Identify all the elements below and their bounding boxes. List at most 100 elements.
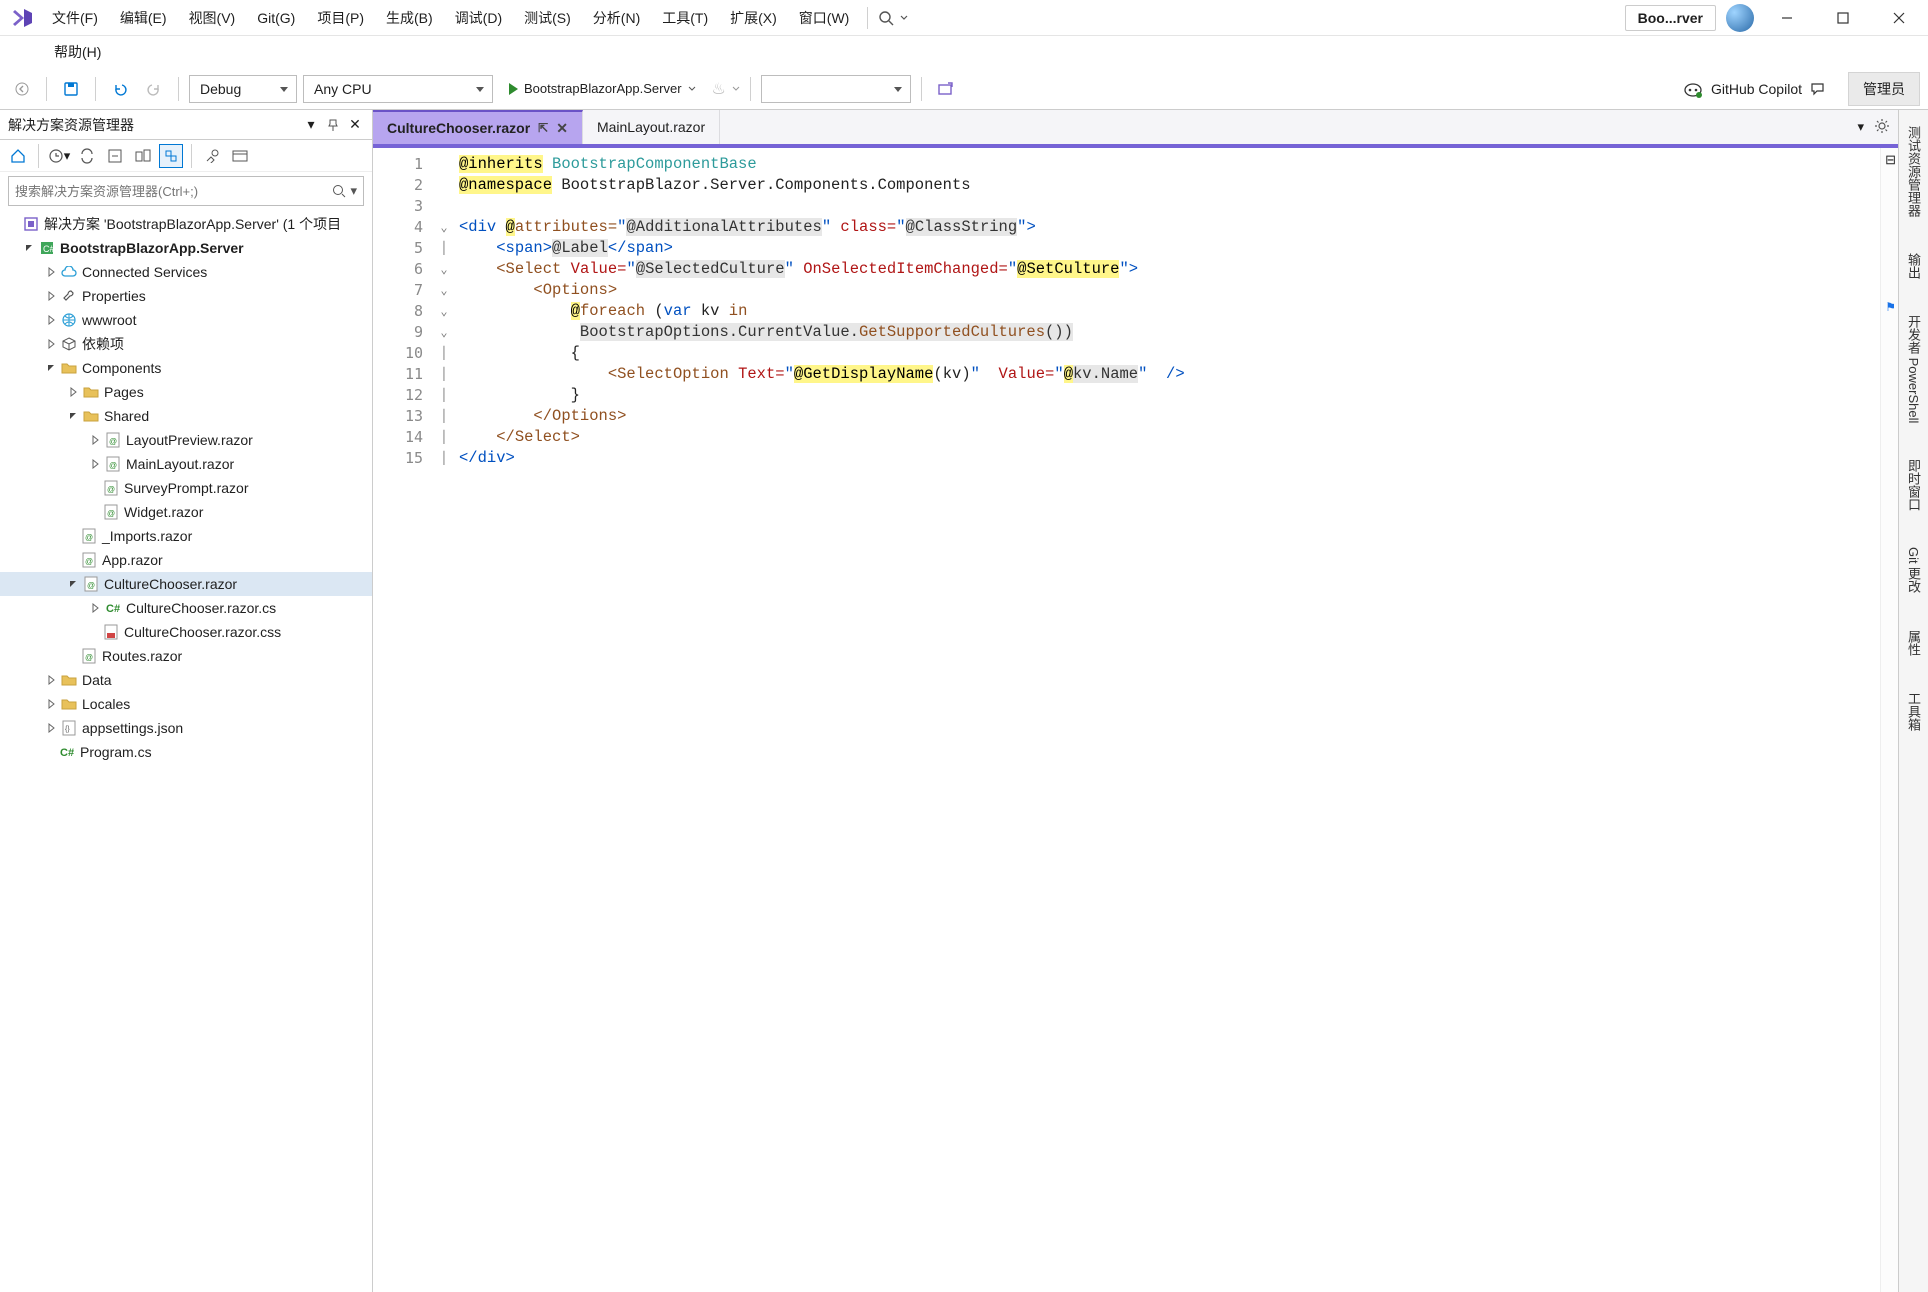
menu-test[interactable]: 测试(S) [514,4,581,32]
fold-gutter[interactable]: ⌄│⌄⌄⌄⌄││││││ [433,148,455,1292]
tree-node-culturechooser[interactable]: @CultureChooser.razor [0,572,372,596]
run-button[interactable]: BootstrapBlazorApp.Server [499,75,706,103]
menu-separator [867,7,868,29]
tab-mainlayout[interactable]: MainLayout.razor [583,110,720,144]
tree-node-dependencies[interactable]: 依赖项 [0,332,372,356]
panel-pin-icon[interactable] [324,116,342,134]
css-file-icon [102,623,120,641]
menu-git[interactable]: Git(G) [247,6,305,30]
admin-button[interactable]: 管理员 [1848,72,1920,106]
tree-node-surveyprompt[interactable]: @SurveyPrompt.razor [0,476,372,500]
panel-tab-output[interactable]: 输出 [1902,247,1925,285]
config-dropdown[interactable]: Debug [189,75,297,103]
editor-settings-icon[interactable] [1874,118,1890,137]
tree-node-components[interactable]: Components [0,356,372,380]
code-content[interactable]: @inherits BootstrapComponentBase @namesp… [455,148,1880,1292]
panel-tab-properties[interactable]: 属性 [1902,624,1925,662]
editor-tabstrip: CultureChooser.razor ⇱ ✕ MainLayout.razo… [373,110,1898,144]
code-editor[interactable]: 123 456 789 101112 131415 ⌄│⌄⌄⌄⌄││││││ @… [373,148,1898,1292]
panel-tab-powershell[interactable]: 开发者 PowerShell [1902,309,1925,429]
sync-icon[interactable] [75,144,99,168]
tree-node-mainlayout[interactable]: @MainLayout.razor [0,452,372,476]
window-close-button[interactable] [1876,2,1922,34]
tree-node-imports[interactable]: @_Imports.razor [0,524,372,548]
solution-search-input[interactable] [15,184,332,199]
menu-window[interactable]: 窗口(W) [789,4,860,32]
home-icon[interactable] [6,144,30,168]
panel-tab-test-explorer[interactable]: 测试资源管理器 [1902,120,1925,223]
line-number-gutter: 123 456 789 101112 131415 [373,148,433,1292]
tree-node-connected-services[interactable]: Connected Services [0,260,372,284]
menu-file[interactable]: 文件(F) [42,4,108,32]
undo-button[interactable] [106,75,134,103]
code-hint-icon[interactable]: ⚑ [1885,300,1896,314]
copilot-button[interactable]: GitHub Copilot [1683,79,1826,99]
tree-node-layoutpreview[interactable]: @LayoutPreview.razor [0,428,372,452]
tree-node-program-cs[interactable]: C#Program.cs [0,740,372,764]
tree-node-locales[interactable]: Locales [0,692,372,716]
tree-node-pages[interactable]: Pages [0,380,372,404]
folder-icon [82,383,100,401]
platform-dropdown[interactable]: Any CPU [303,75,493,103]
menu-project[interactable]: 项目(P) [307,4,374,32]
tree-node-app-razor[interactable]: @App.razor [0,548,372,572]
window-maximize-button[interactable] [1820,2,1866,34]
menu-debug[interactable]: 调试(D) [445,4,512,32]
project-node[interactable]: C# BootstrapBlazorApp.Server [0,236,372,260]
track-active-item-icon[interactable] [159,144,183,168]
tree-node-culturechooser-css[interactable]: CultureChooser.razor.css [0,620,372,644]
tree-node-routes[interactable]: @Routes.razor [0,644,372,668]
menu-view[interactable]: 视图(V) [179,4,246,32]
tree-node-data[interactable]: Data [0,668,372,692]
hot-reload-icon[interactable]: ♨ [712,79,726,99]
panel-tab-toolbox[interactable]: 工具箱 [1902,686,1925,737]
title-search[interactable] [876,8,910,28]
panel-dropdown-icon[interactable]: ▾ [302,116,320,134]
tree-node-wwwroot[interactable]: wwwroot [0,308,372,332]
csharp-file-icon: C# [58,743,76,761]
close-tab-icon[interactable]: ✕ [556,120,568,137]
tree-node-widget[interactable]: @Widget.razor [0,500,372,524]
collapse-all-icon[interactable] [103,144,127,168]
active-project-pill[interactable]: Boo...rver [1625,5,1716,31]
svg-text:@: @ [85,653,93,662]
pin-icon[interactable]: ⇱ [538,121,548,135]
tree-node-culturechooser-cs[interactable]: C#CultureChooser.razor.cs [0,596,372,620]
nav-back-button[interactable] [8,75,36,103]
redo-button[interactable] [140,75,168,103]
tree-node-appsettings[interactable]: {}appsettings.json [0,716,372,740]
properties-icon[interactable] [200,144,224,168]
svg-text:C#: C# [43,244,55,254]
panel-tab-git-changes[interactable]: Git 更改 [1902,541,1925,599]
svg-text:@: @ [109,461,117,470]
live-share-icon[interactable] [932,75,960,103]
solution-tree[interactable]: 解决方案 'BootstrapBlazorApp.Server' (1 个项目 … [0,210,372,1292]
expander-icon[interactable] [6,217,20,231]
menu-extensions[interactable]: 扩展(X) [720,4,787,32]
panel-tab-immediate[interactable]: 即时窗口 [1902,453,1925,517]
show-all-files-icon[interactable] [131,144,155,168]
razor-file-icon: @ [102,479,120,497]
save-button[interactable] [57,75,85,103]
user-avatar[interactable] [1726,4,1754,32]
menu-edit[interactable]: 编辑(E) [110,4,177,32]
menu-build[interactable]: 生成(B) [376,4,443,32]
window-minimize-button[interactable] [1764,2,1810,34]
solution-explorer-search[interactable]: ▾ [8,176,364,206]
history-icon[interactable]: ▾ [47,144,71,168]
tree-node-properties[interactable]: Properties [0,284,372,308]
tab-overflow-icon[interactable]: ▾ [1857,119,1864,135]
menu-analyze[interactable]: 分析(N) [583,4,650,32]
expander-icon[interactable] [22,241,36,255]
cloud-icon [60,263,78,281]
toolbar-extra-dropdown[interactable] [761,75,911,103]
preview-icon[interactable] [228,144,252,168]
split-editor-icon[interactable]: ⊟ [1885,152,1896,168]
menu-tools[interactable]: 工具(T) [652,4,718,32]
razor-file-icon: @ [80,551,98,569]
solution-root-node[interactable]: 解决方案 'BootstrapBlazorApp.Server' (1 个项目 [0,212,372,236]
tree-node-shared[interactable]: Shared [0,404,372,428]
tab-culturechooser[interactable]: CultureChooser.razor ⇱ ✕ [373,110,583,144]
menu-help[interactable]: 帮助(H) [44,38,111,66]
panel-close-icon[interactable]: ✕ [346,116,364,134]
